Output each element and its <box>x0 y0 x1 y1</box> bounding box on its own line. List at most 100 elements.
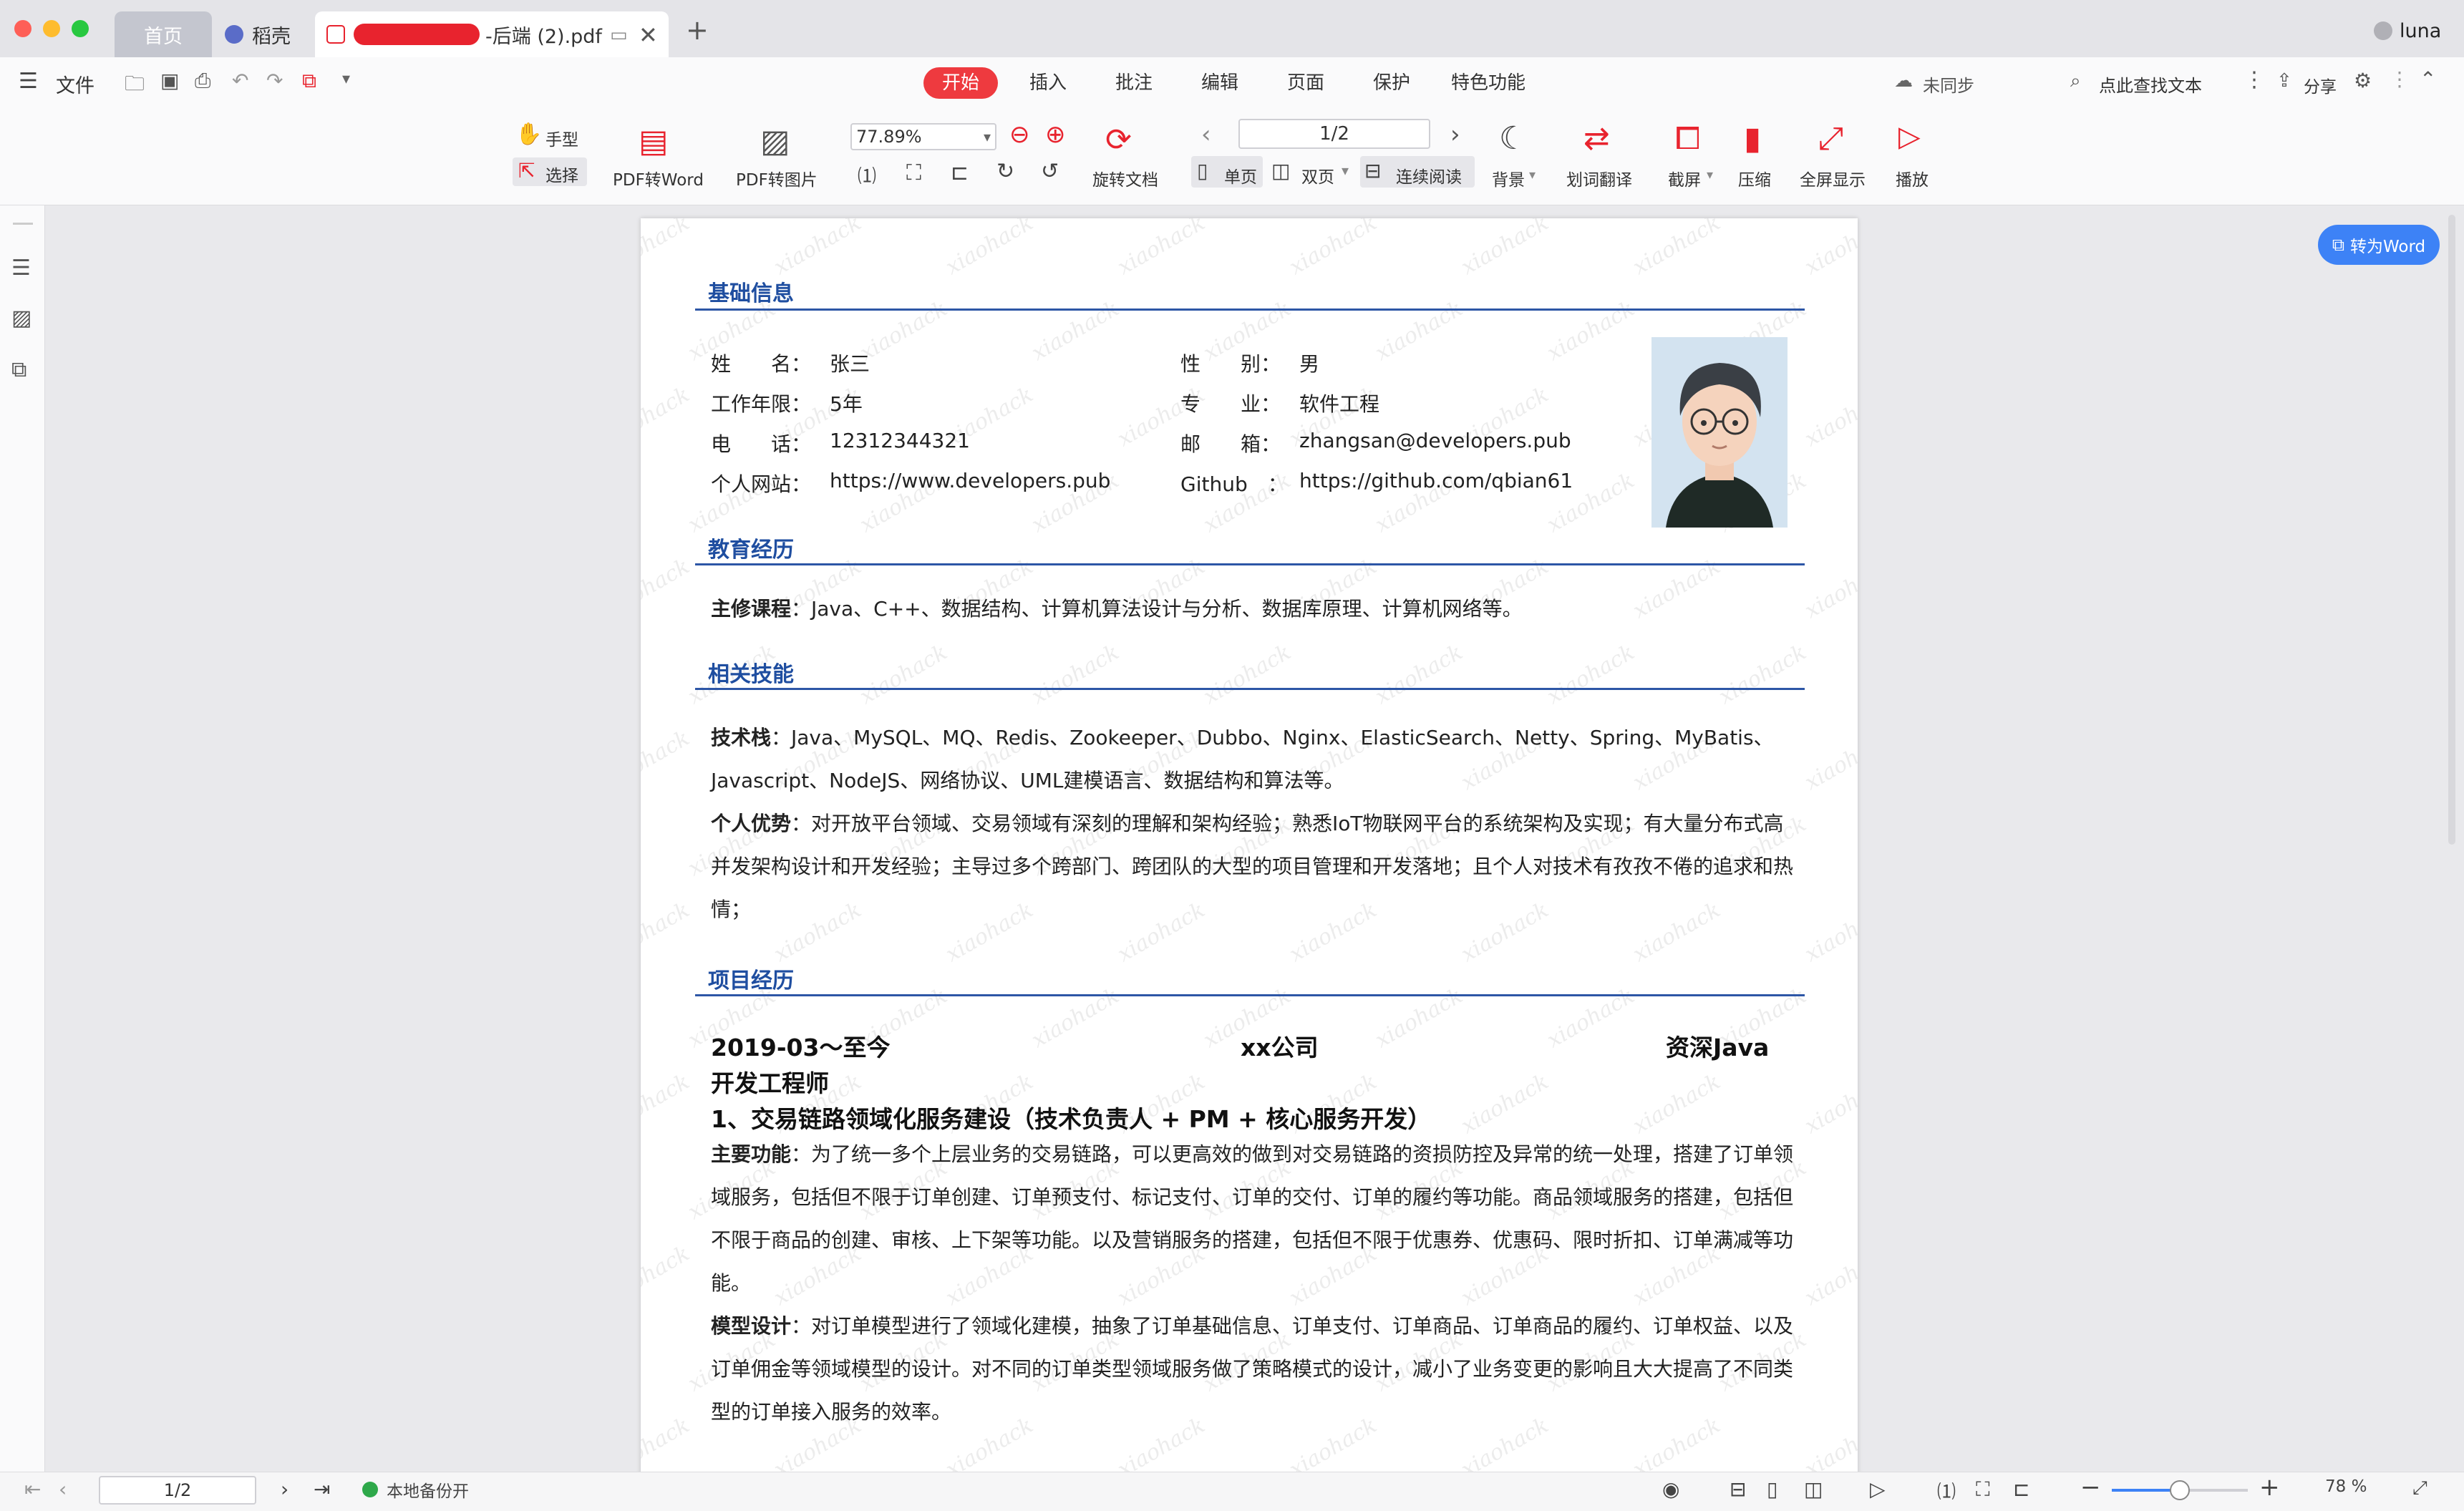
screenshot-dropdown-icon[interactable]: ▾ <box>1707 167 1713 183</box>
convert-to-word-button[interactable]: ⧉ 转为Word <box>2318 225 2440 265</box>
background-button[interactable]: 背景 <box>1492 166 1525 190</box>
status-play-icon[interactable]: ▷ <box>1870 1477 1886 1501</box>
last-page-icon[interactable]: ⇥ <box>314 1477 330 1501</box>
email-value[interactable]: zhangsan@developers.pub <box>1299 429 1571 452</box>
search-icon: ⌕ <box>2070 70 2081 92</box>
zoom-slider-thumb[interactable] <box>2170 1480 2190 1500</box>
status-zoom-out-icon[interactable]: − <box>2080 1473 2101 1502</box>
status-fullscreen-icon[interactable]: ⤢ <box>2412 1477 2427 1500</box>
print-icon[interactable]: ⎙ <box>195 69 210 93</box>
rotate-left-icon[interactable]: ↺ <box>1041 159 1059 184</box>
page-number-input[interactable]: 1/2 <box>1238 119 1430 149</box>
single-page-button[interactable]: 单页 <box>1224 163 1257 188</box>
double-page-button[interactable]: 双页 <box>1301 163 1334 188</box>
pdf-to-image-button[interactable]: PDF转图片 <box>736 166 818 190</box>
double-page-dropdown-icon[interactable]: ▾ <box>1342 162 1349 179</box>
daoke-icon <box>225 25 243 44</box>
tab-page[interactable]: 页面 <box>1284 67 1327 99</box>
watermark-text: xiaohack <box>1371 296 1468 366</box>
background-dropdown-icon[interactable]: ▾ <box>1529 167 1536 183</box>
more-options-icon[interactable]: ⋮ <box>2244 67 2265 92</box>
zoom-in-icon[interactable]: ⊕ <box>1045 120 1066 149</box>
menu-icon[interactable]: ☰ <box>19 69 38 94</box>
thumbnail-icon[interactable]: ▨ <box>11 306 31 331</box>
convert-to-word-label: 转为Word <box>2350 238 2426 256</box>
zoom-select[interactable]: 77.89% ▾ <box>850 123 996 150</box>
scrollbar-thumb[interactable] <box>2448 215 2455 845</box>
more-vertical-icon[interactable]: ⋮ <box>2390 67 2410 91</box>
fullscreen-button[interactable]: 全屏显示 <box>1800 166 1866 190</box>
next-page-status-icon[interactable]: › <box>281 1477 288 1501</box>
compress-button[interactable]: 压缩 <box>1738 166 1771 190</box>
project-model-paragraph: 模型设计：对订单模型进行了领域化建模，抽象了订单基础信息、订单支付、订单商品、订… <box>711 1305 1799 1434</box>
pin-tab-icon[interactable]: ▭ <box>610 24 628 46</box>
tab-insert[interactable]: 插入 <box>1027 67 1069 99</box>
file-menu[interactable]: 文件 <box>56 70 94 98</box>
actual-size-icon[interactable]: ⑴ <box>858 162 876 188</box>
tab-daoke[interactable]: 稻壳 <box>219 11 318 57</box>
annotation-list-icon[interactable]: ⧉ <box>11 357 26 382</box>
outline-icon[interactable]: ☰ <box>11 256 31 281</box>
next-page-icon[interactable]: › <box>1450 120 1460 149</box>
prev-page-icon[interactable]: ‹ <box>1201 120 1211 149</box>
settings-gear-icon[interactable]: ⚙ <box>2354 69 2372 92</box>
sync-status[interactable]: 未同步 <box>1923 72 1974 97</box>
sidebar-handle[interactable] <box>13 223 33 225</box>
pdf-to-word-button[interactable]: PDF转Word <box>613 166 704 190</box>
save-icon[interactable]: ▣ <box>160 69 179 92</box>
redacted-filename <box>354 24 480 45</box>
play-button[interactable]: 播放 <box>1896 166 1929 190</box>
status-zoom-in-icon[interactable]: + <box>2259 1473 2280 1502</box>
undo-icon[interactable]: ↶ <box>232 69 248 92</box>
minimize-window-button[interactable] <box>43 20 60 37</box>
tab-edit[interactable]: 编辑 <box>1198 67 1241 99</box>
watermark-text: xiaohack <box>641 1069 694 1140</box>
tab-home[interactable]: 首页 <box>115 11 212 57</box>
hand-tool-button[interactable]: 手型 <box>545 126 578 150</box>
backup-status[interactable]: 本地备份开 <box>387 1477 469 1502</box>
fit-page-icon[interactable]: ⛶ <box>906 160 921 185</box>
tab-comment[interactable]: 批注 <box>1112 67 1155 99</box>
status-zoom-value[interactable]: 78 % <box>2325 1477 2367 1496</box>
user-avatar[interactable] <box>2374 21 2392 40</box>
status-page-input[interactable]: 1/2 <box>99 1476 256 1505</box>
prev-page-status-icon[interactable]: ‹ <box>59 1477 67 1501</box>
search-text-button[interactable]: 点此查找文本 <box>2099 72 2202 97</box>
zoom-slider-track[interactable] <box>2112 1480 2248 1500</box>
redo-icon[interactable]: ↷ <box>266 69 283 92</box>
status-double-icon[interactable]: ◫ <box>1804 1477 1823 1501</box>
status-continuous-icon[interactable]: ⊟ <box>1730 1477 1746 1501</box>
status-single-icon[interactable]: ▯ <box>1767 1477 1777 1501</box>
screenshot-button[interactable]: 截屏 <box>1668 166 1701 190</box>
vertical-scrollbar[interactable] <box>2448 215 2455 1460</box>
collapse-ribbon-icon[interactable]: ⌃ <box>2420 67 2436 91</box>
new-tab-icon[interactable]: + <box>686 14 709 46</box>
tab-special[interactable]: 特色功能 <box>1449 67 1528 99</box>
export-icon[interactable]: ⧉ <box>302 69 316 93</box>
status-actual-size-icon[interactable]: ⑴ <box>1937 1477 1956 1504</box>
github-value[interactable]: https://github.com/qbian61 <box>1299 469 1573 492</box>
status-fit-width-icon[interactable]: ⊏ <box>2013 1477 2029 1501</box>
zoom-window-button[interactable] <box>72 20 89 37</box>
select-tool-button[interactable]: 选择 <box>545 162 578 186</box>
tab-pdf-document[interactable]: -后端 (2).pdf ▭ ✕ <box>315 11 669 57</box>
share-button[interactable]: 分享 <box>2304 73 2337 97</box>
rotate-document-button[interactable]: 旋转文档 <box>1092 166 1158 190</box>
status-fit-page-icon[interactable]: ⛶ <box>1976 1477 1990 1502</box>
zoom-out-icon[interactable]: ⊖ <box>1009 120 1030 149</box>
continuous-read-button[interactable]: 连续阅读 <box>1396 163 1462 188</box>
first-page-icon[interactable]: ⇤ <box>24 1477 41 1501</box>
rotate-right-icon[interactable]: ↻ <box>996 159 1014 184</box>
translate-button[interactable]: 划词翻译 <box>1566 166 1632 190</box>
close-tab-icon[interactable]: ✕ <box>639 21 658 49</box>
pdf-page[interactable]: xiaohack xiaohack xiaohack xiaohack xiaohack… <box>641 218 1858 1478</box>
eye-protection-icon[interactable]: ◉ <box>1662 1477 1679 1501</box>
quick-access-dropdown-icon[interactable]: ▾ <box>342 70 350 88</box>
site-value[interactable]: https://www.developers.pub <box>830 469 1110 492</box>
close-window-button[interactable] <box>14 20 31 37</box>
open-folder-icon[interactable]: 🗀 <box>125 69 145 103</box>
fit-width-icon[interactable]: ⊏ <box>951 160 969 185</box>
tab-protect[interactable]: 保护 <box>1370 67 1413 99</box>
tab-start[interactable]: 开始 <box>923 67 999 99</box>
watermark-text: xiaohack <box>1199 639 1296 710</box>
